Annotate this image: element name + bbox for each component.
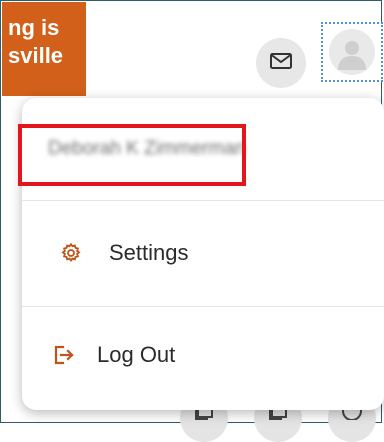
gear-icon <box>59 241 83 265</box>
banner-line-2: sville <box>8 43 64 68</box>
user-name: Deborah K Zimmerman <box>48 138 246 159</box>
logout-icon <box>52 343 76 367</box>
user-avatar-icon <box>335 36 369 75</box>
user-dropdown-menu: Deborah K Zimmerman Settings Log Out <box>22 98 384 410</box>
user-avatar-button[interactable] <box>321 22 383 82</box>
settings-menu-item[interactable]: Settings <box>22 228 384 278</box>
mail-icon <box>270 52 292 74</box>
mail-button[interactable] <box>256 38 306 88</box>
avatar <box>329 29 375 75</box>
hero-banner: ng is sville <box>2 2 86 96</box>
divider <box>22 200 384 201</box>
settings-label: Settings <box>109 240 189 265</box>
logout-label: Log Out <box>97 342 176 367</box>
divider <box>22 306 384 307</box>
logout-menu-item[interactable]: Log Out <box>22 330 384 380</box>
banner-line-1: ng is <box>8 15 60 40</box>
